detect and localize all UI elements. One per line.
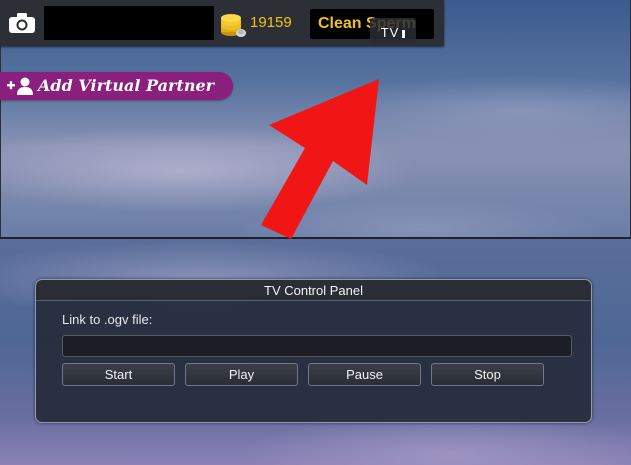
tv-button[interactable]: TV bbox=[370, 18, 416, 46]
add-person-icon bbox=[7, 77, 33, 95]
add-virtual-partner-label: Add Virtual Partner bbox=[38, 76, 215, 95]
panel-title: TV Control Panel bbox=[264, 283, 363, 298]
play-button[interactable]: Play bbox=[185, 363, 298, 386]
tv-indicator-icon bbox=[402, 29, 406, 38]
screenshot-button[interactable] bbox=[5, 8, 39, 38]
panel-header: TV Control Panel bbox=[36, 280, 591, 301]
coin-stack-icon bbox=[221, 14, 246, 37]
add-virtual-partner-button[interactable]: Add Virtual Partner bbox=[0, 72, 233, 100]
stop-button[interactable]: Stop bbox=[431, 363, 544, 386]
player-name-field bbox=[44, 6, 214, 40]
start-button[interactable]: Start bbox=[62, 363, 175, 386]
pause-button[interactable]: Pause bbox=[308, 363, 421, 386]
red-arrow-icon bbox=[261, 79, 379, 239]
tv-button-label: TV bbox=[380, 24, 400, 40]
coin-count: 19159 bbox=[250, 14, 292, 31]
ogv-link-input[interactable] bbox=[62, 335, 572, 357]
tv-control-panel: TV Control Panel Link to .ogv file: Star… bbox=[35, 279, 592, 423]
ogv-link-label: Link to .ogv file: bbox=[62, 312, 153, 327]
camera-icon bbox=[9, 13, 35, 33]
top-hud-bar: 19159 Clean Sperm TV bbox=[0, 0, 444, 46]
